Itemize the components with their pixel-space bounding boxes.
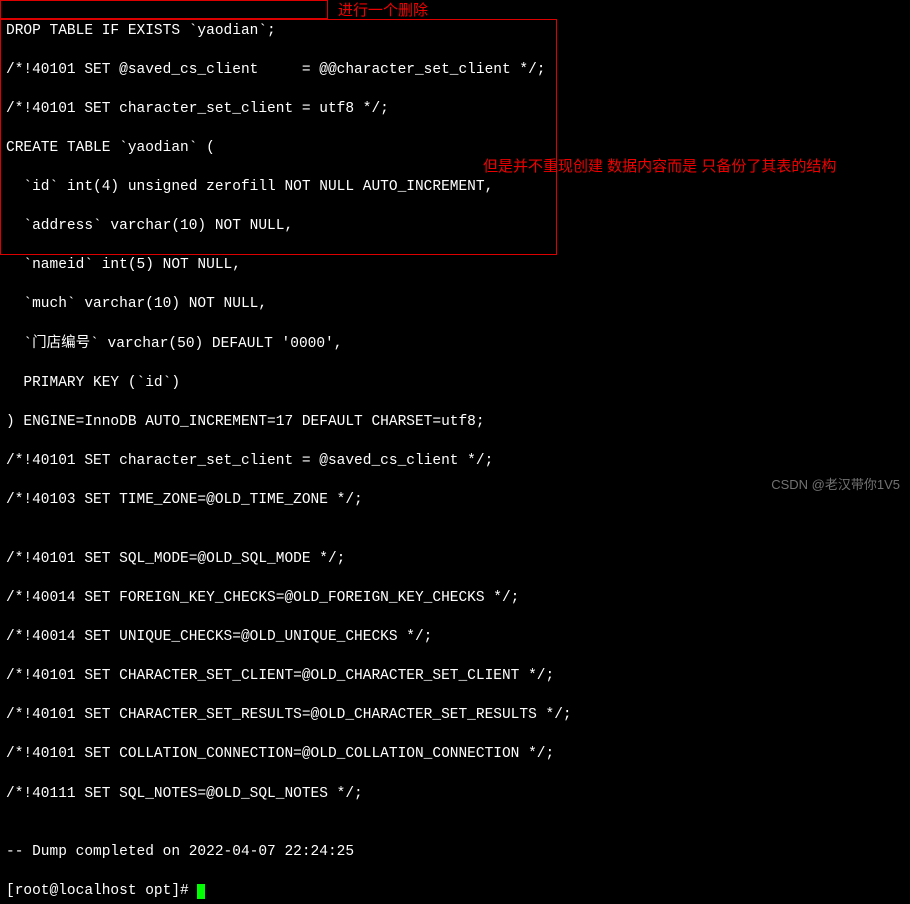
sql-line: `nameid` int(5) NOT NULL, [6, 256, 904, 276]
sql-line: `门店编号` varchar(50) DEFAULT '0000', [6, 335, 904, 355]
dump-completed-line: -- Dump completed on 2022-04-07 22:24:25 [6, 843, 904, 863]
shell-prompt: [root@localhost opt]# [6, 883, 197, 899]
sql-line: /*!40101 SET @saved_cs_client = @@charac… [6, 61, 904, 81]
sql-line: /*!40014 SET FOREIGN_KEY_CHECKS=@OLD_FOR… [6, 589, 904, 609]
sql-line: /*!40101 SET character_set_client = @sav… [6, 452, 904, 472]
sql-line: DROP TABLE IF EXISTS `yaodian`; [6, 22, 904, 42]
sql-line: /*!40111 SET SQL_NOTES=@OLD_SQL_NOTES */… [6, 785, 904, 805]
sql-line: `address` varchar(10) NOT NULL, [6, 217, 904, 237]
sql-line: PRIMARY KEY (`id`) [6, 374, 904, 394]
sql-line: /*!40103 SET TIME_ZONE=@OLD_TIME_ZONE */… [6, 491, 904, 511]
sql-line: /*!40014 SET UNIQUE_CHECKS=@OLD_UNIQUE_C… [6, 628, 904, 648]
sql-line: `much` varchar(10) NOT NULL, [6, 295, 904, 315]
terminal-output[interactable]: DROP TABLE IF EXISTS `yaodian`; /*!40101… [0, 0, 910, 904]
sql-line: /*!40101 SET SQL_MODE=@OLD_SQL_MODE */; [6, 550, 904, 570]
sql-line: CREATE TABLE `yaodian` ( [6, 139, 904, 159]
watermark: CSDN @老汉带你1V5 [771, 476, 900, 494]
sql-line: ) ENGINE=InnoDB AUTO_INCREMENT=17 DEFAUL… [6, 413, 904, 433]
sql-line: `id` int(4) unsigned zerofill NOT NULL A… [6, 178, 904, 198]
sql-line: /*!40101 SET character_set_client = utf8… [6, 100, 904, 120]
sql-line: /*!40101 SET CHARACTER_SET_RESULTS=@OLD_… [6, 706, 904, 726]
sql-line: /*!40101 SET CHARACTER_SET_CLIENT=@OLD_C… [6, 667, 904, 687]
sql-line: /*!40101 SET COLLATION_CONNECTION=@OLD_C… [6, 745, 904, 765]
cursor-icon[interactable] [197, 884, 205, 899]
